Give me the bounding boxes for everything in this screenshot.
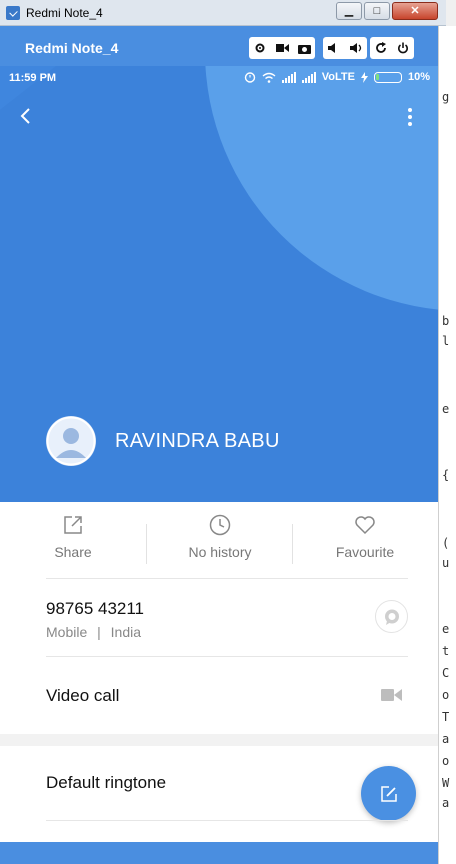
status-icons: VoLTE 10%	[244, 71, 430, 83]
share-button[interactable]: Share	[46, 514, 100, 560]
maximize-button[interactable]: □	[364, 2, 390, 20]
phone-separator: |	[97, 624, 101, 640]
background-editor-glyph: e	[442, 622, 450, 636]
volume-controls	[323, 37, 367, 59]
power-icon[interactable]	[392, 37, 414, 59]
video-record-icon[interactable]	[271, 37, 293, 59]
alarm-icon	[244, 72, 255, 83]
background-editor-glyph: {	[442, 468, 450, 482]
background-editor-glyph: g	[442, 90, 450, 104]
divider	[146, 524, 147, 564]
history-button[interactable]: No history	[170, 514, 270, 560]
background-editor-glyph: t	[442, 644, 450, 658]
close-button[interactable]: ✕	[392, 2, 438, 20]
contact-header: 11:59 PM VoLTE 10% RAVINDRA BABU	[0, 66, 438, 502]
edit-contact-button[interactable]	[361, 766, 416, 821]
edit-icon	[380, 785, 397, 802]
divider	[46, 820, 408, 821]
share-label: Share	[54, 544, 92, 560]
status-time: 11:59 PM	[9, 72, 57, 84]
divider	[46, 656, 408, 657]
window-titlebar: Redmi Note_4 ▁ □ ✕	[0, 0, 446, 26]
power-controls	[370, 37, 414, 59]
clock-icon	[209, 514, 231, 536]
device-name: Redmi Note_4	[25, 40, 119, 56]
app-icon	[6, 6, 20, 20]
battery-icon	[373, 71, 402, 83]
volume-up-icon[interactable]	[345, 37, 367, 59]
message-button[interactable]	[375, 600, 408, 633]
message-icon	[384, 609, 399, 625]
background-editor-glyph: l	[442, 334, 450, 348]
background-editor-glyph: b	[442, 314, 450, 328]
window-title: Redmi Note_4	[26, 6, 103, 20]
phone-country: India	[110, 624, 142, 640]
background-editor-glyph: u	[442, 556, 450, 570]
contact-actions: Share No history Favourite	[0, 502, 438, 578]
settings-icon[interactable]	[249, 37, 271, 59]
section-gap	[0, 734, 438, 746]
navigation-bar	[0, 842, 438, 864]
person-icon	[46, 416, 96, 466]
contact-avatar	[46, 416, 96, 466]
phone-meta: Mobile | India	[46, 624, 141, 640]
background-editor-glyph: (	[442, 536, 450, 550]
history-label: No history	[188, 544, 252, 560]
video-call-label[interactable]: Video call	[46, 686, 119, 706]
background-editor-glyph: o	[442, 754, 450, 768]
favourite-label: Favourite	[335, 544, 395, 560]
network-type: VoLTE	[321, 71, 355, 83]
background-editor-glyph: e	[442, 402, 450, 416]
rotate-icon[interactable]	[370, 37, 392, 59]
signal-icon	[281, 71, 296, 83]
background-editor-glyph: o	[442, 688, 450, 702]
signal-icon	[301, 71, 316, 83]
wifi-icon	[262, 72, 276, 83]
heart-icon	[355, 516, 375, 535]
emulator-toolbar: Redmi Note_4	[0, 26, 438, 66]
video-camera-icon[interactable]	[381, 688, 402, 702]
phone-number[interactable]: 98765 43211	[46, 599, 144, 619]
camera-icon[interactable]	[293, 37, 315, 59]
phone-type: Mobile	[46, 624, 88, 640]
favourite-button[interactable]: Favourite	[325, 514, 405, 560]
ringtone-label[interactable]: Default ringtone	[46, 773, 166, 793]
background-editor-glyph: C	[442, 666, 450, 680]
back-arrow-icon[interactable]	[16, 104, 36, 128]
share-icon	[64, 516, 82, 534]
background-editor-glyph: T	[442, 710, 450, 724]
divider	[292, 524, 293, 564]
status-bar: 11:59 PM VoLTE 10%	[0, 66, 438, 90]
volume-down-icon[interactable]	[323, 37, 345, 59]
background-editor-glyph: a	[442, 732, 450, 746]
contact-name: RAVINDRA BABU	[115, 430, 280, 452]
background-editor-glyph: a	[442, 796, 450, 810]
charging-icon	[360, 71, 368, 83]
capture-controls	[249, 37, 315, 59]
divider	[46, 578, 408, 579]
more-options-icon[interactable]	[402, 106, 418, 128]
minimize-button[interactable]: ▁	[336, 2, 362, 20]
battery-level: 10%	[407, 71, 430, 83]
phone-screen: 11:59 PM VoLTE 10% RAVINDRA BABU Share N…	[0, 66, 438, 864]
background-editor-glyph: W	[442, 776, 450, 790]
